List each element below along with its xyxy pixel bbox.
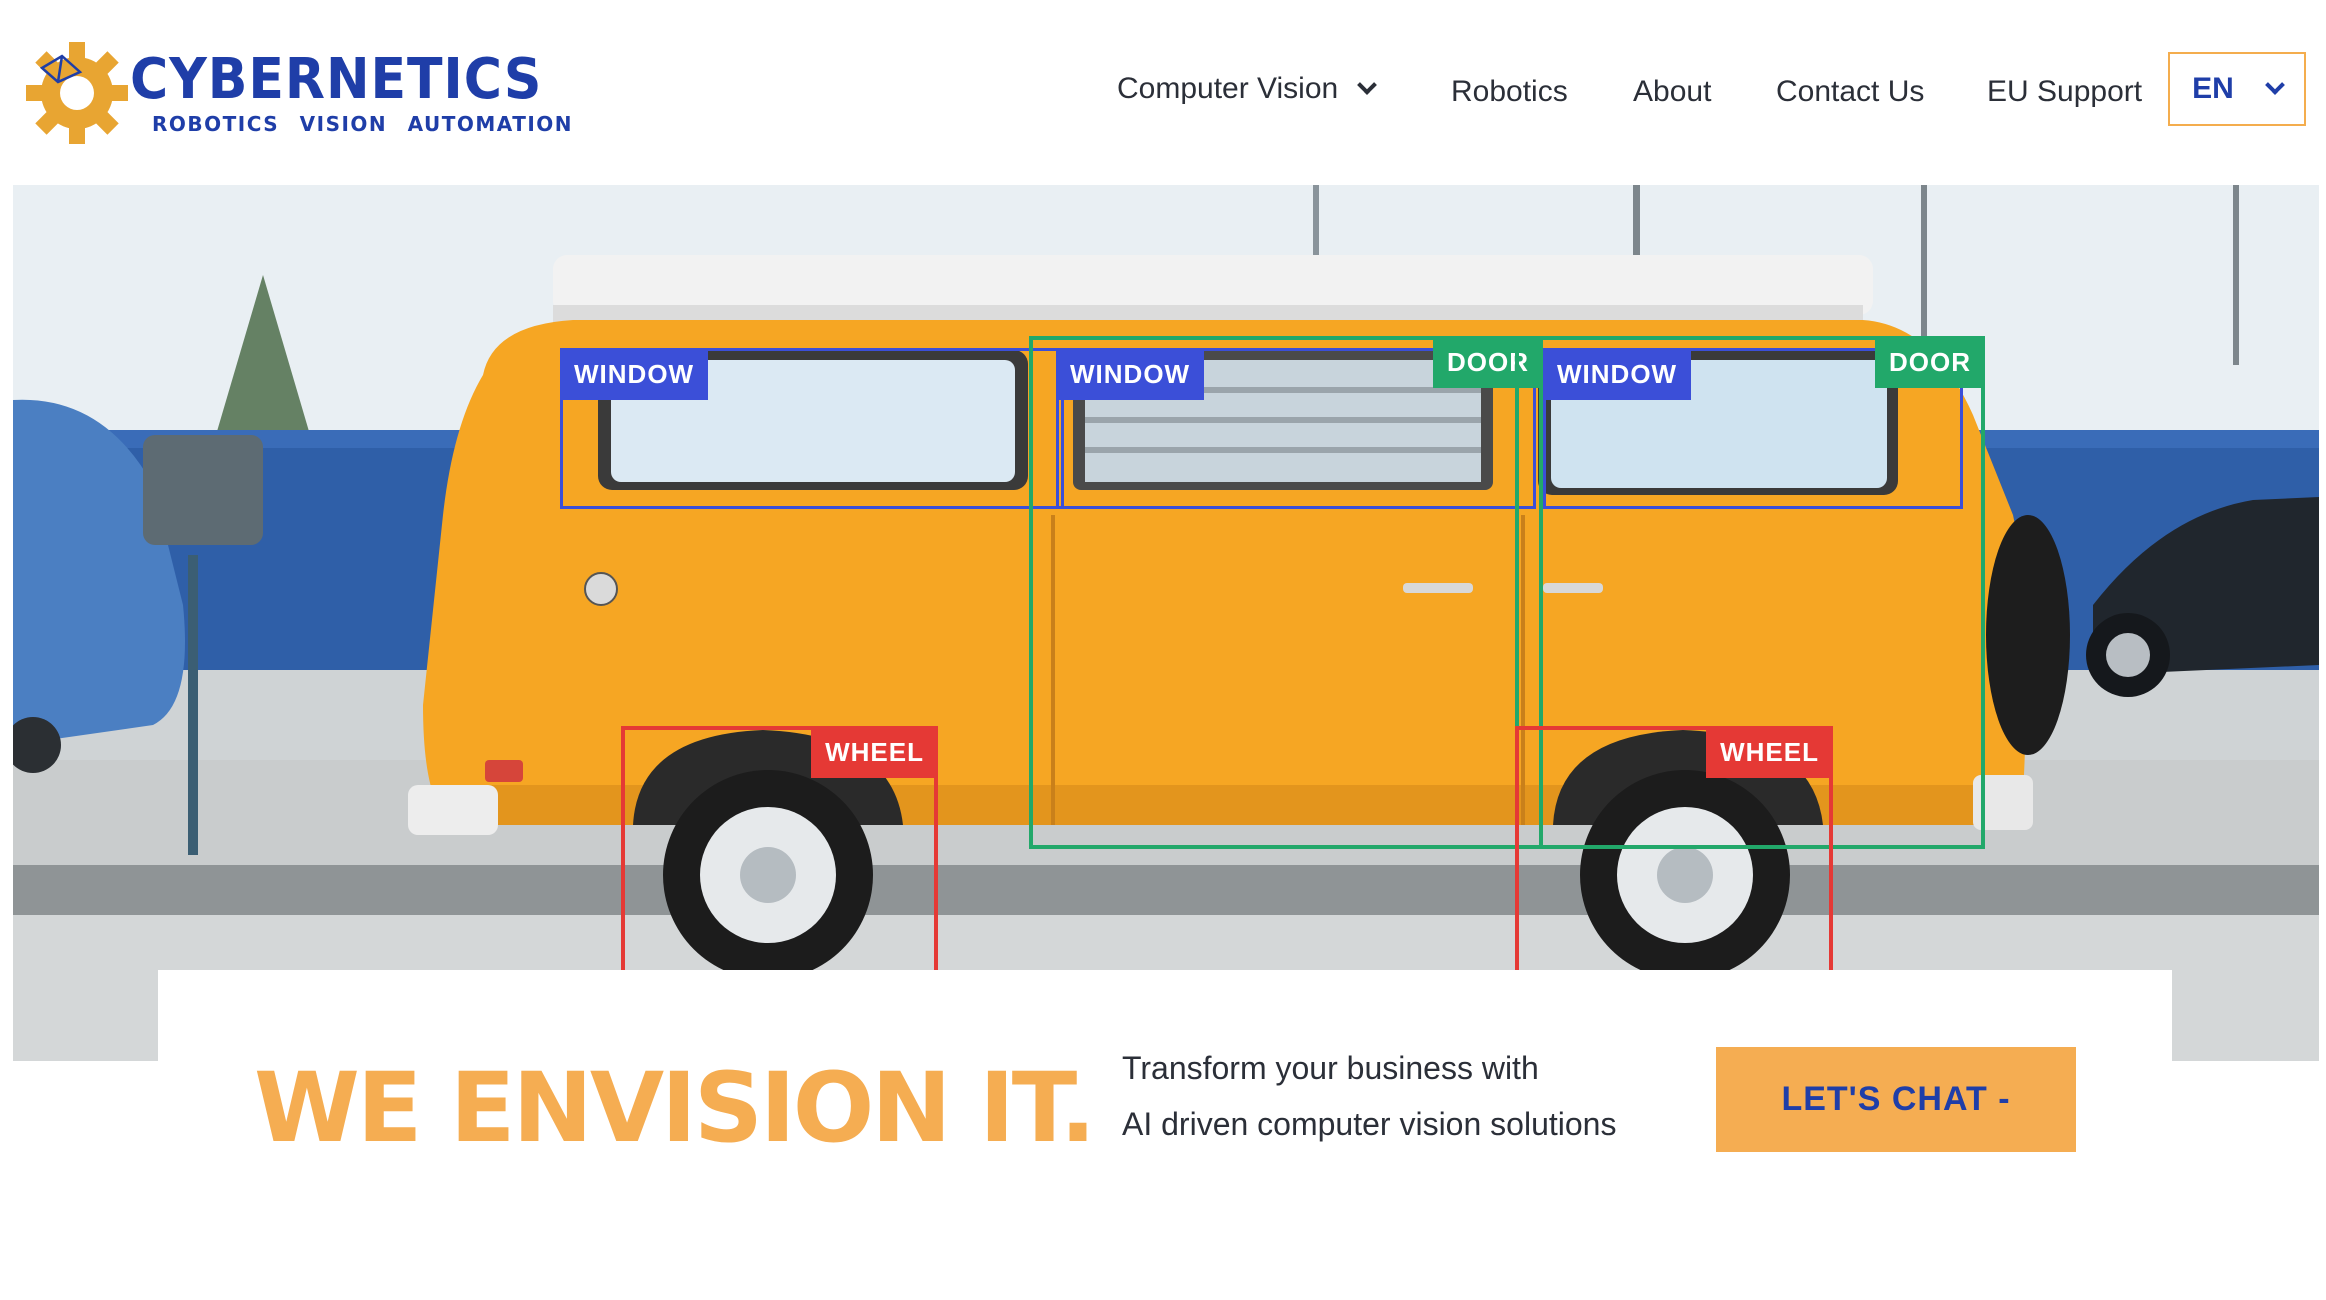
nav-eu-support[interactable]: EU Support (1987, 75, 2142, 109)
hero-image: WINDOW WINDOW DOOR WINDOW DOOR WHEEL WHE… (13, 185, 2319, 1061)
detection-box-door: DOOR (1029, 336, 1543, 849)
hero-subtitle-line-1: Transform your business with (1122, 1050, 1539, 1086)
chevron-down-icon (2264, 75, 2285, 95)
detection-label: WHEEL (811, 726, 938, 778)
nav-robotics[interactable]: Robotics (1451, 75, 1568, 109)
nav-computer-vision-label: Computer Vision (1117, 72, 1339, 105)
brand-name: CYBERNETICS (130, 47, 543, 112)
cta-card: WE ENVISION IT. Transform your business … (158, 970, 2172, 1300)
nav-computer-vision[interactable]: Computer Vision (1117, 72, 1378, 106)
lets-chat-button[interactable]: LET'S CHAT - (1716, 1047, 2076, 1152)
language-code: EN (2192, 72, 2234, 105)
site-header: CYBERNETICS ROBOTICS VISION AUTOMATION C… (0, 0, 2326, 185)
hero-headline: WE ENVISION IT. (254, 1052, 1096, 1164)
detection-label: DOOR (1875, 336, 1985, 388)
hero-subtitle: Transform your business with AI driven c… (1122, 1040, 1616, 1152)
nav-contact-us[interactable]: Contact Us (1776, 75, 1924, 109)
brand-logo[interactable]: CYBERNETICS ROBOTICS VISION AUTOMATION (22, 38, 572, 148)
chevron-down-icon (1357, 75, 1378, 95)
gear-logo-icon (26, 42, 128, 144)
brand-tagline: ROBOTICS VISION AUTOMATION (152, 112, 574, 136)
language-selector[interactable]: EN (2168, 52, 2306, 126)
detection-box-window: WINDOW (560, 348, 1064, 509)
nav-about[interactable]: About (1633, 75, 1711, 109)
detection-label: WHEEL (1706, 726, 1833, 778)
detection-label: WINDOW (560, 348, 709, 400)
hero-subtitle-line-2: AI driven computer vision solutions (1122, 1106, 1617, 1142)
